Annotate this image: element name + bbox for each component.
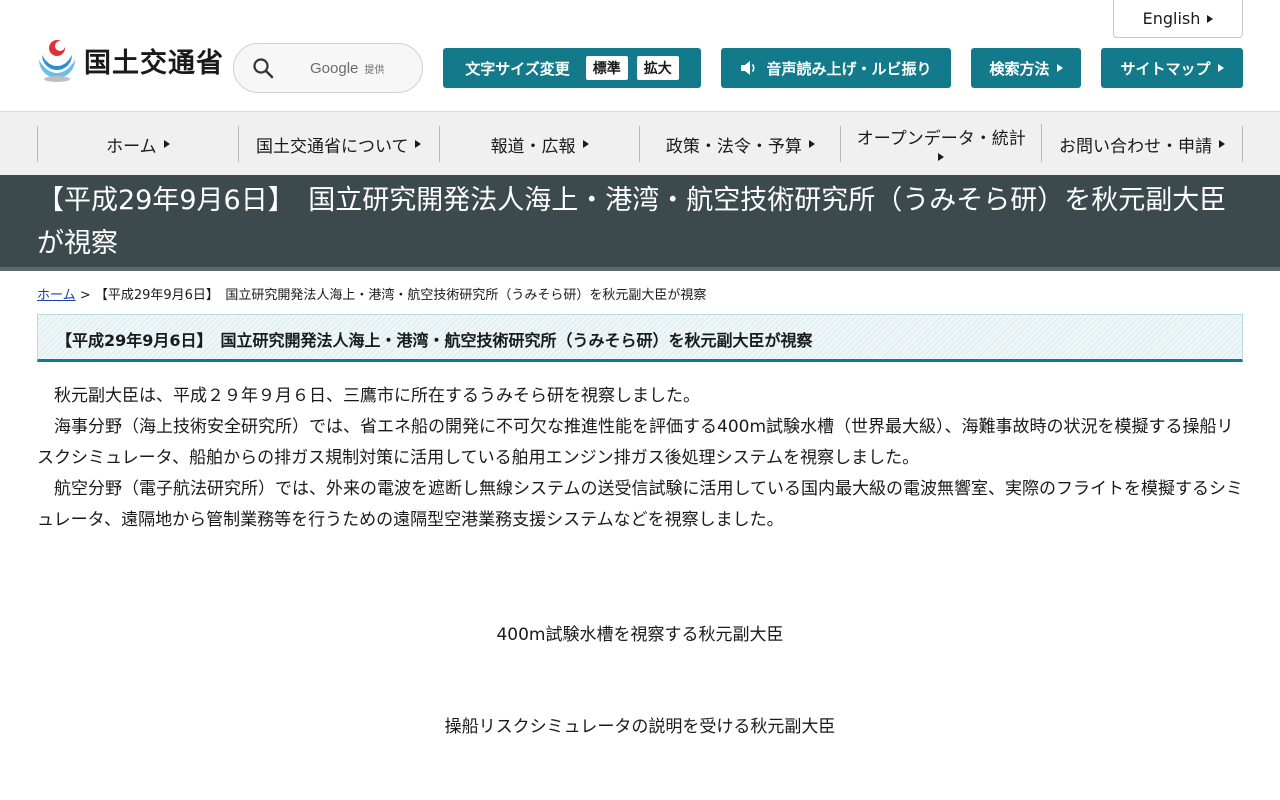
global-nav: ホーム 国土交通省について 報道・広報 政策・法令・予算 オープンデータ・統計 … bbox=[0, 112, 1280, 175]
english-button[interactable]: English bbox=[1113, 0, 1243, 38]
nav-item-label: 政策・法令・予算 bbox=[665, 136, 802, 157]
voice-reading-button[interactable]: 音声読み上げ・ルビ振り bbox=[721, 48, 951, 88]
nav-item-home[interactable]: ホーム bbox=[38, 126, 239, 162]
logo-text: 国土交通省 bbox=[84, 47, 224, 79]
site-search[interactable]: Google 提供 bbox=[233, 43, 423, 93]
sitemap-button[interactable]: サイトマップ bbox=[1101, 48, 1243, 88]
photo-caption: 400m試験水槽を視察する秋元副大臣 bbox=[496, 625, 784, 645]
article-heading-box: 【平成29年9月6日】 国立研究開発法人海上・港湾・航空技術研究所（うみそら研）… bbox=[37, 314, 1243, 362]
arrow-right-icon bbox=[808, 140, 815, 148]
search-method-button[interactable]: 検索方法 bbox=[971, 48, 1081, 88]
breadcrumb-home-link[interactable]: ホーム bbox=[37, 288, 76, 303]
nav-item-about[interactable]: 国土交通省について bbox=[239, 126, 440, 162]
nav-item-label: オープンデータ・統計 bbox=[856, 129, 1026, 149]
mlit-logo-mark-icon bbox=[39, 40, 75, 82]
breadcrumb-current: 【平成29年9月6日】 国立研究開発法人海上・港湾・航空技術研究所（うみそら研）… bbox=[94, 288, 707, 303]
site-header: English 国土交通省 Google 提供 文字サイズ変更 標準 拡大 音声… bbox=[0, 0, 1280, 112]
page-title-band: 【平成29年9月6日】 国立研究開発法人海上・港湾・航空技術研究所（うみそら研）… bbox=[0, 175, 1280, 271]
nav-item-open-data[interactable]: オープンデータ・統計 bbox=[841, 124, 1043, 162]
page-title: 【平成29年9月6日】 国立研究開発法人海上・港湾・航空技術研究所（うみそら研）… bbox=[37, 185, 1227, 259]
search-icon bbox=[253, 58, 274, 79]
arrow-right-icon bbox=[1219, 140, 1226, 148]
nav-item-label: 国土交通省について bbox=[255, 136, 409, 157]
google-label: Google bbox=[310, 59, 359, 77]
provided-label: 提供 bbox=[364, 64, 385, 76]
arrow-right-icon bbox=[415, 140, 422, 148]
photo-caption: 操船リスクシミュレータの説明を受ける秋元副大臣 bbox=[444, 717, 836, 737]
arrow-right-icon bbox=[938, 153, 945, 161]
article-paragraph: 航空分野（電子航法研究所）では、外来の電波を遮断し無線システムの送受信試験に活用… bbox=[37, 479, 1243, 530]
arrow-right-icon bbox=[1207, 14, 1214, 23]
mlit-logo[interactable]: 国土交通省 bbox=[36, 36, 224, 84]
article-body: 秋元副大臣は、平成２９年９月６日、三鷹市に所在するうみそら研を視察しました。 海… bbox=[37, 381, 1243, 536]
font-size-control: 文字サイズ変更 標準 拡大 bbox=[443, 48, 701, 88]
voice-reading-label: 音声読み上げ・ルビ振り bbox=[766, 59, 932, 78]
article-paragraph: 海事分野（海上技術安全研究所）では、省エネ船の開発に不可欠な推進性能を評価する4… bbox=[37, 417, 1234, 468]
sitemap-label: サイトマップ bbox=[1120, 59, 1211, 78]
speaker-icon bbox=[741, 61, 756, 75]
font-size-label: 文字サイズ変更 bbox=[465, 59, 570, 78]
english-label: English bbox=[1142, 9, 1201, 28]
nav-item-label: 報道・広報 bbox=[490, 136, 576, 157]
arrow-right-icon bbox=[163, 140, 170, 148]
nav-item-label: ホーム bbox=[106, 136, 157, 157]
nav-item-press[interactable]: 報道・広報 bbox=[440, 126, 641, 162]
font-size-large-button[interactable]: 拡大 bbox=[636, 56, 679, 80]
nav-item-label: お問い合わせ・申請 bbox=[1059, 136, 1213, 157]
arrow-right-icon bbox=[582, 140, 589, 148]
breadcrumb-separator: > bbox=[79, 288, 91, 303]
nav-item-policy[interactable]: 政策・法令・予算 bbox=[640, 126, 842, 162]
breadcrumb: ホーム > 【平成29年9月6日】 国立研究開発法人海上・港湾・航空技術研究所（… bbox=[37, 284, 706, 303]
arrow-right-icon bbox=[1217, 64, 1224, 72]
arrow-right-icon bbox=[1056, 64, 1063, 72]
article-heading: 【平成29年9月6日】 国立研究開発法人海上・港湾・航空技術研究所（うみそら研）… bbox=[56, 331, 813, 350]
article-paragraph: 秋元副大臣は、平成２９年９月６日、三鷹市に所在するうみそら研を視察しました。 bbox=[54, 386, 700, 406]
search-method-label: 検索方法 bbox=[989, 59, 1050, 78]
nav-item-contact[interactable]: お問い合わせ・申請 bbox=[1042, 126, 1243, 162]
font-size-standard-button[interactable]: 標準 bbox=[585, 56, 628, 80]
